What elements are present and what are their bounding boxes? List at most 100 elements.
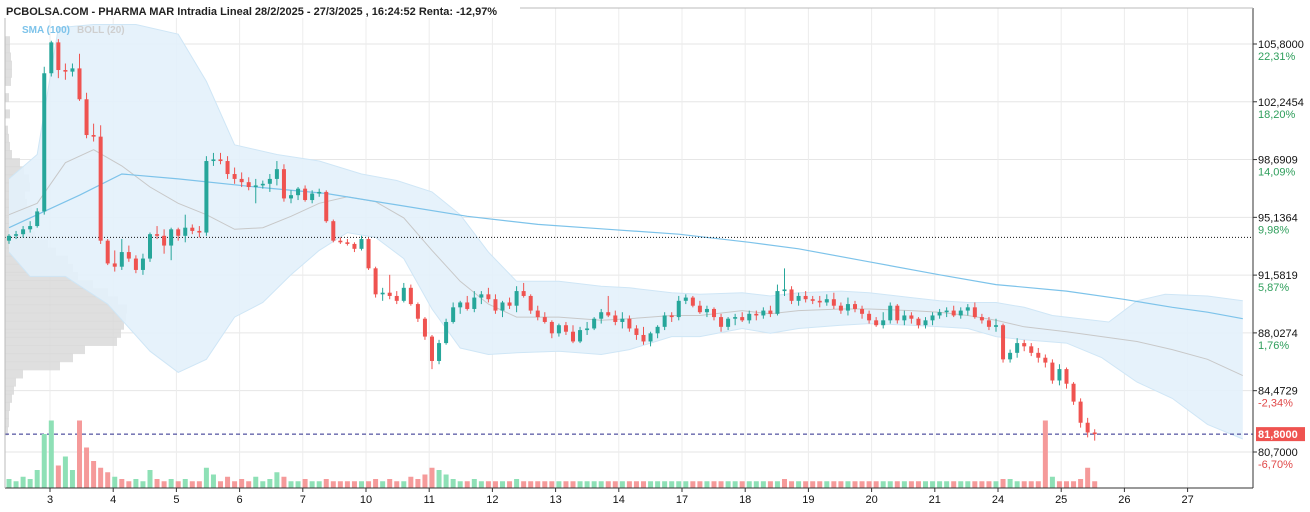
candle-body <box>951 310 956 316</box>
volume-bar <box>450 479 456 488</box>
candle-body <box>7 235 11 241</box>
candle-body <box>733 317 738 319</box>
candle-body <box>260 183 265 186</box>
y-tick-label: 91,5819 <box>1258 270 1298 282</box>
candle-body <box>697 305 702 313</box>
candle-body <box>853 304 857 309</box>
candle-body <box>789 289 794 301</box>
candle-body <box>1050 362 1055 381</box>
candle-body <box>860 308 865 314</box>
candle-body <box>761 310 766 316</box>
candlestick-chart[interactable]: 105,800022,31% 102,245418,20% 98,690914,09… <box>0 0 1310 512</box>
candle-body <box>317 191 322 194</box>
candle-body <box>613 315 618 322</box>
volume-bar <box>41 434 47 488</box>
volume-profile-bar <box>5 93 9 103</box>
volume-bar <box>789 481 795 488</box>
volume-profile-bar <box>5 312 126 322</box>
volume-bar <box>119 479 125 488</box>
candle-body <box>923 320 928 326</box>
candle-body <box>930 315 935 321</box>
volume-bar <box>669 481 675 488</box>
candle-body <box>719 317 724 327</box>
volume-profile-bar <box>5 76 11 86</box>
volume-bar <box>965 481 971 488</box>
candle-body <box>972 307 977 318</box>
volume-bar <box>845 481 851 488</box>
candle-body <box>1036 352 1041 358</box>
candle-body <box>641 334 646 342</box>
x-tick-label: 25 <box>1055 494 1067 506</box>
candle-body <box>225 161 230 175</box>
candle-body <box>253 185 258 188</box>
candle-body <box>366 239 371 269</box>
candle-body <box>683 297 688 301</box>
volume-bar <box>753 481 759 488</box>
volume-bar <box>20 476 26 488</box>
volume-bar <box>697 481 703 488</box>
volume-bar <box>676 481 682 488</box>
volume-profile-bar <box>5 36 10 46</box>
candle-body <box>486 294 491 300</box>
volume-bar <box>147 470 153 488</box>
candle-body <box>838 305 843 311</box>
volume-bar <box>993 481 999 488</box>
candle-body <box>521 291 526 296</box>
volume-bar <box>218 481 223 488</box>
volume-profile-bar <box>5 353 73 363</box>
candle-body <box>549 321 554 334</box>
volume-bar <box>337 481 343 488</box>
volume-bar <box>1007 479 1013 488</box>
candle-body <box>415 304 420 319</box>
volume-bar <box>84 447 90 488</box>
volume-bar <box>937 481 943 488</box>
candle-body <box>803 295 808 300</box>
volume-bar <box>13 481 19 488</box>
volume-bar <box>387 479 393 488</box>
candle-body <box>1015 343 1020 353</box>
volume-bar <box>62 456 68 488</box>
volume-bar <box>810 481 816 488</box>
candle-body <box>162 235 167 246</box>
x-tick-label: 14 <box>613 494 625 506</box>
volume-bar <box>500 481 505 488</box>
volume-profile-bar <box>5 52 11 62</box>
candle-body <box>704 308 709 313</box>
volume-bar <box>77 420 82 488</box>
x-tick-label: 5 <box>173 494 179 506</box>
volume-bar <box>394 481 400 488</box>
volume-bar <box>760 481 766 488</box>
volume-bar <box>507 481 513 488</box>
volume-bar <box>739 481 745 488</box>
volume-bar <box>48 420 54 488</box>
candle-body <box>585 328 590 331</box>
candle-body <box>239 178 244 183</box>
candle-body <box>169 229 174 246</box>
volume-bar <box>351 481 357 488</box>
y-tick-percent: 5,87% <box>1258 282 1289 294</box>
volume-bar <box>246 481 252 488</box>
volume-bar <box>330 481 336 488</box>
volume-bar <box>105 472 111 488</box>
candle-body <box>458 302 463 308</box>
volume-bar <box>478 481 484 488</box>
volume-bar <box>27 479 33 488</box>
volume-profile-bar <box>5 369 23 379</box>
volume-bar <box>521 481 527 488</box>
candle-body <box>1057 369 1062 381</box>
candle-body <box>994 325 998 327</box>
x-tick-label: 7 <box>300 494 306 506</box>
volume-profile-bar <box>5 68 12 78</box>
volume-profile-bar <box>5 401 10 411</box>
candle-body <box>119 252 124 267</box>
volume-bar <box>831 481 837 488</box>
candle-body <box>380 292 385 295</box>
candle-body <box>126 252 131 259</box>
volume-bar <box>429 467 435 488</box>
x-tick-label: 12 <box>486 494 498 506</box>
candle-body <box>1078 401 1083 423</box>
candle-body <box>1092 432 1097 435</box>
y-tick-label: 98,6909 <box>1258 155 1298 167</box>
volume-bar <box>535 481 541 488</box>
candle-body <box>133 258 138 270</box>
